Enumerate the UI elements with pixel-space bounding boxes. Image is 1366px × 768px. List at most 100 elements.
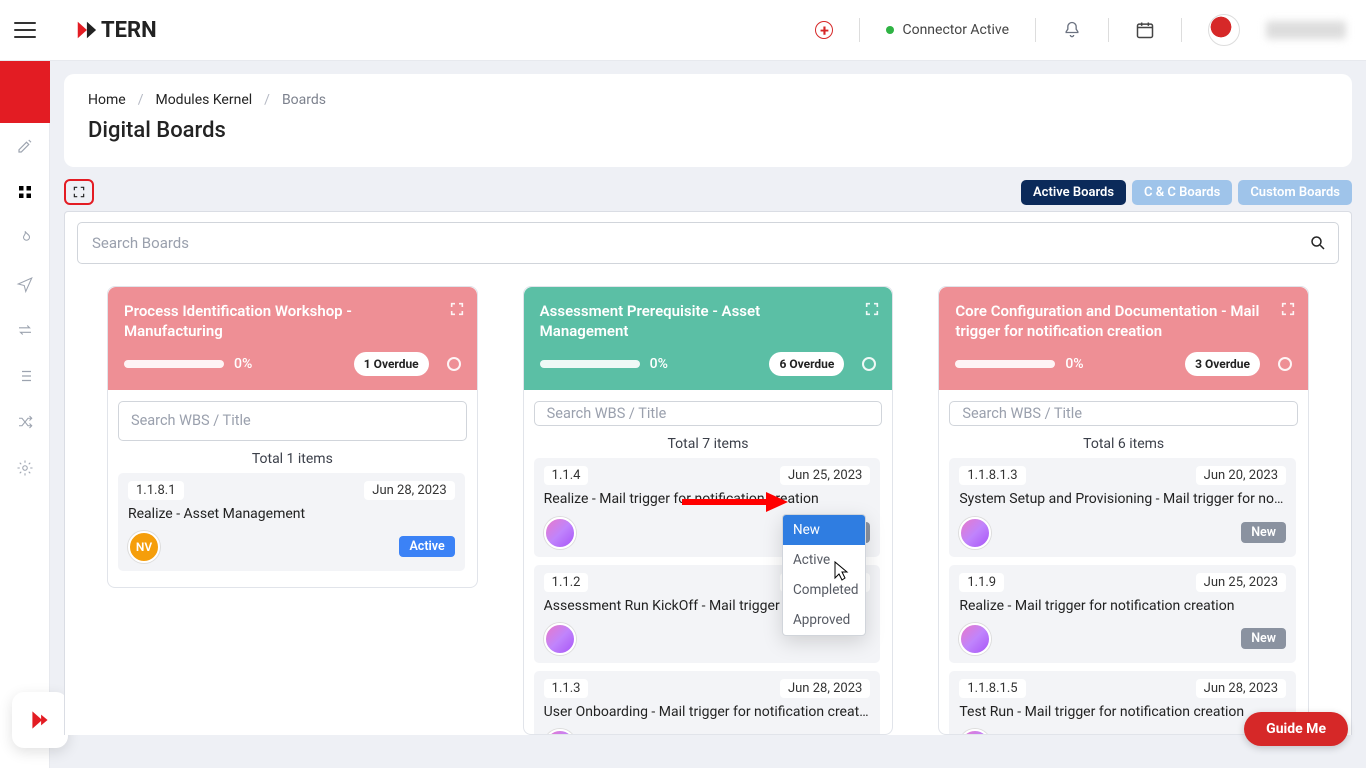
items-scroll[interactable]: 1.1.8.1.3 Jun 20, 2023 System Setup and …	[949, 458, 1298, 734]
bell-icon[interactable]	[1062, 20, 1082, 40]
tab-cc-boards[interactable]: C & C Boards	[1132, 180, 1232, 205]
hamburger-icon	[14, 21, 36, 39]
board-item[interactable]: 1.1.8.1.3 Jun 20, 2023 System Setup and …	[949, 458, 1296, 556]
breadcrumb-sep: /	[264, 92, 270, 108]
sidebar-item-send[interactable]	[0, 261, 49, 307]
overdue-pill[interactable]: 6 Overdue	[769, 352, 844, 376]
overdue-pill[interactable]: 1 Overdue	[354, 352, 429, 376]
item-date: Jun 28, 2023	[364, 481, 454, 500]
items-scroll[interactable]: 1.1.8.1 Jun 28, 2023 Realize - Asset Man…	[118, 473, 467, 587]
assignee-avatar[interactable]: NV	[128, 531, 160, 563]
search-input[interactable]	[77, 222, 1339, 264]
wbs-number: 1.1.8.1.3	[959, 466, 1025, 485]
guide-me-button[interactable]: Guide Me	[1244, 712, 1348, 746]
board-item[interactable]: 1.1.8.1 Jun 28, 2023 Realize - Asset Man…	[118, 473, 465, 571]
board-stats: 0% 3 Overdue	[955, 352, 1292, 376]
tab-custom-boards[interactable]: Custom Boards	[1238, 180, 1352, 205]
board-title: Assessment Prerequisite - Asset Manageme…	[540, 301, 877, 342]
logo[interactable]: TERN	[75, 18, 157, 43]
status-badge[interactable]: Active	[399, 536, 454, 557]
progress-percent: 0%	[650, 356, 668, 372]
item-footer: NV Active	[128, 531, 455, 563]
expand-icon[interactable]	[1280, 301, 1296, 317]
board-stats: 0% 1 Overdue	[124, 352, 461, 376]
dropdown-option-active[interactable]: Active	[783, 545, 865, 575]
status-badge[interactable]: New	[1241, 522, 1286, 543]
divider	[1035, 18, 1036, 42]
board-item[interactable]: 1.1.3 Jun 28, 2023 User Onboarding - Mai…	[534, 671, 881, 734]
filter-row: Active Boards C & C Boards Custom Boards	[64, 179, 1352, 205]
item-top: 1.1.8.1.5 Jun 28, 2023	[959, 679, 1286, 698]
progress-bar	[124, 360, 224, 368]
board-item[interactable]: 1.1.9 Jun 25, 2023 Realize - Mail trigge…	[949, 565, 1296, 663]
board-column: Process Identification Workshop - Manufa…	[107, 286, 478, 588]
radio-indicator[interactable]	[1278, 357, 1292, 371]
logo-icon	[75, 19, 97, 41]
sidebar-active-indicator	[0, 61, 50, 123]
item-top: 1.1.3 Jun 28, 2023	[544, 679, 871, 698]
wbs-number: 1.1.3	[544, 679, 589, 698]
item-date: Jun 28, 2023	[780, 679, 870, 698]
breadcrumb-sep: /	[138, 92, 144, 108]
radio-indicator[interactable]	[862, 357, 876, 371]
breadcrumb-home[interactable]: Home	[88, 92, 126, 108]
wbs-number: 1.1.8.1.5	[959, 679, 1025, 698]
status-dropdown[interactable]: New Active Completed Approved	[782, 514, 866, 636]
wbs-number: 1.1.8.1	[128, 481, 184, 500]
total-items: Total 6 items	[949, 436, 1298, 452]
breadcrumb-modules[interactable]: Modules Kernel	[155, 92, 252, 108]
hamburger-menu[interactable]	[0, 21, 50, 39]
sidebar-item-edit[interactable]	[0, 123, 49, 169]
item-date: Jun 20, 2023	[1196, 466, 1286, 485]
wbs-search-input[interactable]	[534, 401, 883, 427]
item-top: 1.1.9 Jun 25, 2023	[959, 573, 1286, 592]
board-column: Core Configuration and Documentation - M…	[938, 286, 1309, 735]
breadcrumb-card: Home / Modules Kernel / Boards Digital B…	[64, 74, 1352, 167]
breadcrumb-current: Boards	[282, 92, 326, 108]
radio-indicator[interactable]	[447, 357, 461, 371]
user-avatar[interactable]	[1208, 14, 1240, 46]
status-badge[interactable]: New	[1241, 628, 1286, 649]
item-date: Jun 28, 2023	[1196, 679, 1286, 698]
item-title: User Onboarding - Mail trigger for notif…	[544, 703, 871, 721]
assignee-avatar[interactable]	[544, 517, 576, 549]
connector-status[interactable]: Connector Active	[886, 22, 1009, 38]
add-button[interactable]: +	[815, 21, 833, 39]
dropdown-option-completed[interactable]: Completed	[783, 575, 865, 605]
assignee-avatar[interactable]	[959, 517, 991, 549]
progress-percent: 0%	[1065, 356, 1083, 372]
expand-icon[interactable]	[864, 301, 880, 317]
search-icon	[1309, 234, 1327, 252]
overdue-pill[interactable]: 3 Overdue	[1185, 352, 1260, 376]
top-header: TERN + Connector Active	[0, 0, 1366, 61]
fullscreen-icon	[72, 185, 86, 199]
fullscreen-button[interactable]	[64, 179, 94, 205]
dropdown-option-new[interactable]: New	[783, 515, 865, 545]
assignee-avatar[interactable]	[959, 729, 991, 734]
search-row	[65, 212, 1351, 274]
sidebar-item-shuffle[interactable]	[0, 399, 49, 445]
board-body: Total 1 items 1.1.8.1 Jun 28, 2023 Reali…	[108, 390, 477, 587]
wbs-search-input[interactable]	[118, 401, 467, 441]
sidebar-item-grid[interactable]	[0, 169, 49, 215]
expand-icon[interactable]	[449, 301, 465, 317]
sidebar-item-list[interactable]	[0, 353, 49, 399]
tab-active-boards[interactable]: Active Boards	[1021, 180, 1126, 205]
sidebar-item-flame[interactable]	[0, 215, 49, 261]
main-content: Home / Modules Kernel / Boards Digital B…	[50, 61, 1366, 768]
board-body: Total 6 items 1.1.8.1.3 Jun 20, 2023 Sys…	[939, 390, 1308, 735]
logo-text: TERN	[101, 18, 157, 43]
sidebar-item-settings[interactable]	[0, 445, 49, 491]
assignee-avatar[interactable]	[544, 729, 576, 734]
sidebar-item-sync[interactable]	[0, 307, 49, 353]
cursor-icon	[833, 560, 849, 582]
calendar-icon[interactable]	[1135, 20, 1155, 40]
total-items: Total 7 items	[534, 436, 883, 452]
item-title: System Setup and Provisioning - Mail tri…	[959, 490, 1286, 508]
wbs-search-input[interactable]	[949, 401, 1298, 427]
item-date: Jun 25, 2023	[780, 466, 870, 485]
dropdown-option-approved[interactable]: Approved	[783, 605, 865, 635]
divider	[859, 18, 860, 42]
assignee-avatar[interactable]	[544, 623, 576, 655]
assignee-avatar[interactable]	[959, 623, 991, 655]
